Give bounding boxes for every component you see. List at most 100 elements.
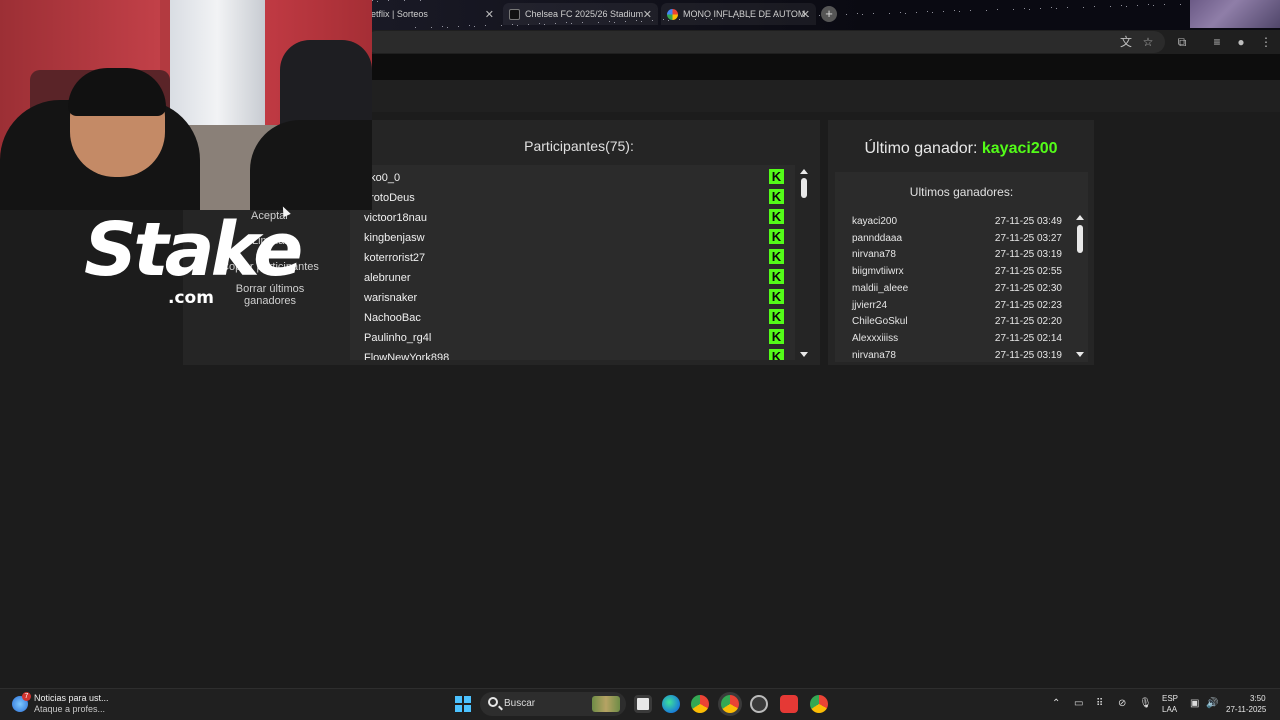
scroll-up-icon[interactable] bbox=[1076, 215, 1084, 220]
star-decoration bbox=[900, 12, 901, 13]
new-tab-button[interactable]: + bbox=[821, 6, 837, 22]
scroll-thumb[interactable] bbox=[1077, 225, 1083, 253]
star-decoration bbox=[469, 25, 470, 26]
volume-icon[interactable]: 🔊 bbox=[1206, 698, 1218, 709]
scroll-down-icon[interactable] bbox=[800, 352, 808, 357]
chrome-active-icon[interactable] bbox=[721, 695, 739, 713]
winner-name: biigmvtiiwrx bbox=[852, 266, 904, 278]
tab-label: Chelsea FC 2025/26 Stadium bbox=[525, 9, 644, 19]
monitor-icon[interactable]: ▣ bbox=[1190, 698, 1199, 709]
participants-scrollbar[interactable] bbox=[798, 165, 810, 360]
participant-name: alebruner bbox=[364, 272, 411, 284]
chrome-profile-icon[interactable] bbox=[810, 695, 828, 713]
close-icon[interactable]: ✕ bbox=[643, 8, 652, 21]
taskbar-search[interactable]: Buscar bbox=[480, 692, 626, 716]
winner-row: ChileGoSkul 27-11-25 02:20 bbox=[852, 314, 1062, 330]
participant-name: kingbenjasw bbox=[364, 232, 425, 244]
edge-icon[interactable] bbox=[662, 695, 680, 713]
scroll-up-icon[interactable] bbox=[800, 169, 808, 174]
chevron-up-icon[interactable]: ⌃ bbox=[1052, 698, 1060, 709]
scroll-down-icon[interactable] bbox=[1076, 352, 1084, 357]
tab-sorteos[interactable]: etflix | Sorteos ✕ bbox=[365, 3, 500, 25]
star-decoration bbox=[1164, 4, 1165, 5]
star-decoration bbox=[1083, 7, 1084, 8]
tab-chelsea[interactable]: Chelsea FC 2025/26 Stadium ✕ bbox=[503, 3, 658, 25]
winner-date: 27-11-25 02:20 bbox=[994, 316, 1062, 328]
participants-list[interactable]: riko0_0 KprotoDeus K victoor18nau Kkingbenja… bbox=[350, 165, 795, 360]
tray-app-icon[interactable]: ▭ bbox=[1074, 698, 1083, 709]
windows-start-icon[interactable] bbox=[455, 696, 471, 712]
star-decoration bbox=[1024, 8, 1025, 9]
star-decoration bbox=[517, 25, 518, 26]
network-off-icon[interactable]: ⊘ bbox=[1118, 698, 1126, 709]
winner-date: 27-11-25 02:23 bbox=[994, 299, 1062, 311]
star-decoration bbox=[873, 13, 874, 14]
star-decoration bbox=[442, 26, 443, 27]
participant-name: victoor18nau bbox=[364, 212, 427, 224]
scroll-thumb[interactable] bbox=[801, 178, 807, 198]
star-decoration bbox=[1029, 9, 1030, 10]
winners-scrollbar[interactable] bbox=[1074, 213, 1086, 359]
close-icon[interactable]: ✕ bbox=[801, 8, 810, 21]
star-decoration bbox=[431, 27, 432, 28]
star-decoration bbox=[959, 11, 960, 12]
winner-row: biigmvtiiwrx 27-11-25 02:55 bbox=[852, 264, 1062, 280]
participant-row: alebruner K bbox=[364, 267, 784, 287]
chrome-icon[interactable] bbox=[691, 695, 709, 713]
participants-title: Participantes(75): bbox=[524, 138, 634, 154]
participant-row: warisnaker K bbox=[364, 287, 784, 307]
translate-icon[interactable]: 文 bbox=[1118, 34, 1134, 50]
input-language-variant[interactable]: LAA bbox=[1162, 705, 1177, 714]
youtube-icon[interactable] bbox=[780, 695, 798, 713]
last-winner-label: Último ganador: bbox=[864, 140, 978, 157]
winner-date: 27-11-25 03:27 bbox=[994, 232, 1062, 244]
stake-logo-word: Stake bbox=[84, 207, 303, 293]
input-language[interactable]: ESP bbox=[1162, 694, 1178, 703]
participant-name: koterrorist27 bbox=[364, 252, 426, 264]
search-label: Buscar bbox=[504, 698, 536, 709]
menu-dots-icon[interactable]: ⋮ bbox=[1258, 34, 1274, 50]
star-decoration bbox=[1056, 8, 1057, 9]
search-icon bbox=[488, 697, 498, 707]
news-widget[interactable]: 7 Noticias para ust... Ataque a profes..… bbox=[12, 692, 142, 716]
winner-date: 27-11-25 03:19 bbox=[994, 249, 1062, 261]
last-winner-name: kayaci200 bbox=[981, 140, 1058, 157]
star-decoration bbox=[1121, 5, 1122, 6]
star-decoration bbox=[485, 25, 486, 26]
bookmark-star-icon[interactable]: ☆ bbox=[1140, 34, 1156, 50]
winner-row: maldii_aleee 27-11-25 02:30 bbox=[852, 281, 1062, 297]
participant-row: protoDeus K bbox=[364, 187, 784, 207]
winner-row: Alexxxiiiss 27-11-25 02:14 bbox=[852, 331, 1062, 347]
winner-name: maldii_aleee bbox=[852, 282, 909, 294]
winner-date: 27-11-25 02:14 bbox=[994, 332, 1062, 344]
star-decoration bbox=[474, 26, 475, 27]
obs-icon[interactable] bbox=[750, 695, 768, 713]
star-decoration bbox=[819, 15, 820, 16]
stake-logo: Stake .com bbox=[84, 200, 303, 310]
search-highlight-icon bbox=[592, 696, 620, 712]
task-view-icon[interactable] bbox=[634, 695, 652, 713]
clock-date[interactable]: 27-11-2025 bbox=[1226, 705, 1266, 714]
stake-logo-suffix: .com bbox=[168, 288, 214, 308]
close-icon[interactable]: ✕ bbox=[485, 8, 494, 21]
kick-icon: K bbox=[769, 309, 784, 324]
microphone-icon[interactable]: 🎙 bbox=[1139, 698, 1152, 709]
star-decoration bbox=[404, 0, 405, 1]
star-decoration bbox=[916, 12, 917, 13]
tab-label: etflix | Sorteos bbox=[371, 9, 428, 19]
star-decoration bbox=[447, 27, 448, 28]
reading-list-icon[interactable]: ≡ bbox=[1209, 34, 1225, 50]
profile-avatar-icon[interactable]: ● bbox=[1233, 34, 1249, 50]
extensions-icon[interactable]: ⧉ bbox=[1174, 34, 1190, 50]
winner-name: Alexxxiiiss bbox=[852, 332, 899, 344]
news-badge: 7 bbox=[22, 692, 31, 701]
star-decoration bbox=[943, 11, 944, 12]
star-decoration bbox=[1051, 7, 1052, 8]
participant-row: FlowNewYork898 K bbox=[364, 347, 784, 360]
star-decoration bbox=[1153, 5, 1154, 6]
grid-icon[interactable]: ⠿ bbox=[1096, 698, 1103, 709]
star-decoration bbox=[857, 13, 858, 14]
address-bar[interactable] bbox=[365, 31, 1165, 53]
clock-time[interactable]: 3:50 bbox=[1250, 694, 1266, 703]
tab-mono-inflable[interactable]: MONO INFLABLE DE AUTOM ✕ bbox=[661, 3, 816, 25]
